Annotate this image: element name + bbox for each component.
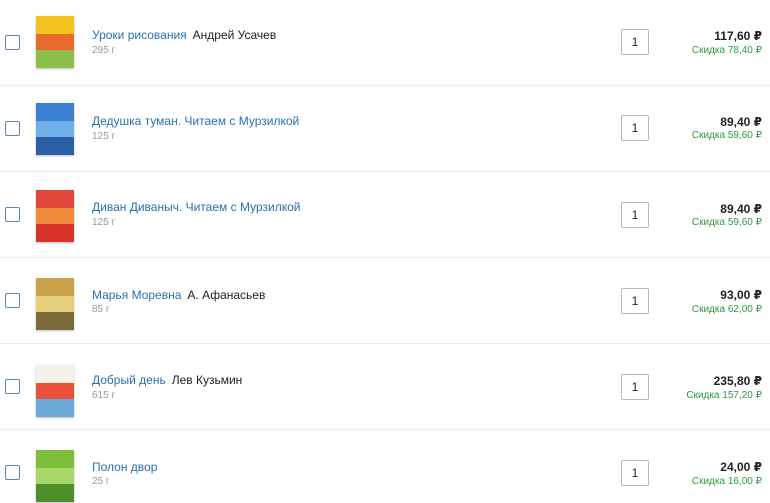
item-title-line: Дедушка туман. Читаем с Мурзилкой — [92, 114, 305, 128]
cart-item-row: Дедушка туман. Читаем с Мурзилкой 125 г … — [0, 86, 770, 172]
select-item-checkbox[interactable] — [5, 35, 20, 50]
book-cover-image[interactable] — [36, 450, 74, 502]
item-title-line: Полон двор — [92, 460, 163, 474]
book-author: А. Афанасьев — [187, 288, 266, 302]
book-cover-image[interactable] — [36, 278, 74, 330]
cart-item-row: Уроки рисования Андрей Усачев 295 г 117,6… — [0, 0, 770, 86]
item-title-line: Уроки рисования Андрей Усачев — [92, 28, 276, 42]
cart-item-row: Полон двор 25 г 24,00 ₽ Скидка 16,00 ₽ — [0, 430, 770, 503]
item-discount: Скидка 59,60 ₽ — [691, 130, 762, 141]
book-title-link[interactable]: Уроки рисования — [92, 28, 187, 42]
cart-item-row: Добрый день Лев Кузьмин 615 г 235,80 ₽ Ск… — [0, 344, 770, 430]
book-cover-image[interactable] — [36, 365, 74, 417]
item-price: 93,00 ₽ — [720, 288, 762, 302]
quantity-input[interactable] — [621, 288, 649, 314]
item-price: 24,00 ₽ — [720, 460, 762, 474]
quantity-input[interactable] — [621, 374, 649, 400]
book-title-link[interactable]: Дедушка туман. Читаем с Мурзилкой — [92, 114, 299, 128]
select-item-checkbox[interactable] — [5, 465, 20, 480]
book-author: Лев Кузьмин — [171, 373, 243, 387]
book-weight: 125 г — [92, 217, 116, 228]
book-weight: 25 г — [92, 476, 110, 487]
book-cover-image[interactable] — [36, 103, 74, 155]
item-price: 235,80 ₽ — [713, 374, 762, 388]
book-weight: 125 г — [92, 131, 116, 142]
item-price: 117,60 ₽ — [714, 29, 762, 43]
cart-item-row: Диван Диваныч. Читаем с Мурзилкой 125 г … — [0, 172, 770, 258]
book-cover-image[interactable] — [36, 16, 74, 68]
quantity-input[interactable] — [621, 115, 649, 141]
item-title-line: Диван Диваныч. Читаем с Мурзилкой — [92, 200, 306, 214]
item-discount: Скидка 16,00 ₽ — [691, 476, 762, 487]
item-discount: Скидка 157,20 ₽ — [686, 390, 762, 401]
item-title-line: Марья Моревна А. Афанасьев — [92, 288, 265, 302]
book-weight: 615 г — [92, 390, 116, 401]
book-title-link[interactable]: Диван Диваныч. Читаем с Мурзилкой — [92, 200, 300, 214]
item-title-line: Добрый день Лев Кузьмин — [92, 373, 242, 387]
item-price: 89,40 ₽ — [720, 115, 762, 129]
book-title-link[interactable]: Добрый день — [92, 373, 166, 387]
book-weight: 85 г — [92, 304, 110, 315]
item-discount: Скидка 78,40 ₽ — [691, 45, 762, 56]
select-item-checkbox[interactable] — [5, 121, 20, 136]
item-price: 89,40 ₽ — [720, 202, 762, 216]
book-cover-image[interactable] — [36, 190, 74, 242]
select-item-checkbox[interactable] — [5, 379, 20, 394]
item-discount: Скидка 59,60 ₽ — [691, 217, 762, 228]
cart-item-row: Марья Моревна А. Афанасьев 85 г 93,00 ₽ С… — [0, 258, 770, 344]
book-author: Андрей Усачев — [192, 28, 277, 42]
book-weight: 295 г — [92, 45, 116, 56]
item-discount: Скидка 62,00 ₽ — [691, 304, 762, 315]
select-item-checkbox[interactable] — [5, 207, 20, 222]
select-item-checkbox[interactable] — [5, 293, 20, 308]
quantity-input[interactable] — [621, 202, 649, 228]
cart-item-list: Уроки рисования Андрей Усачев 295 г 117,6… — [0, 0, 770, 503]
book-title-link[interactable]: Марья Моревна — [92, 288, 181, 302]
quantity-input[interactable] — [621, 29, 649, 55]
quantity-input[interactable] — [621, 460, 649, 486]
book-title-link[interactable]: Полон двор — [92, 460, 157, 474]
